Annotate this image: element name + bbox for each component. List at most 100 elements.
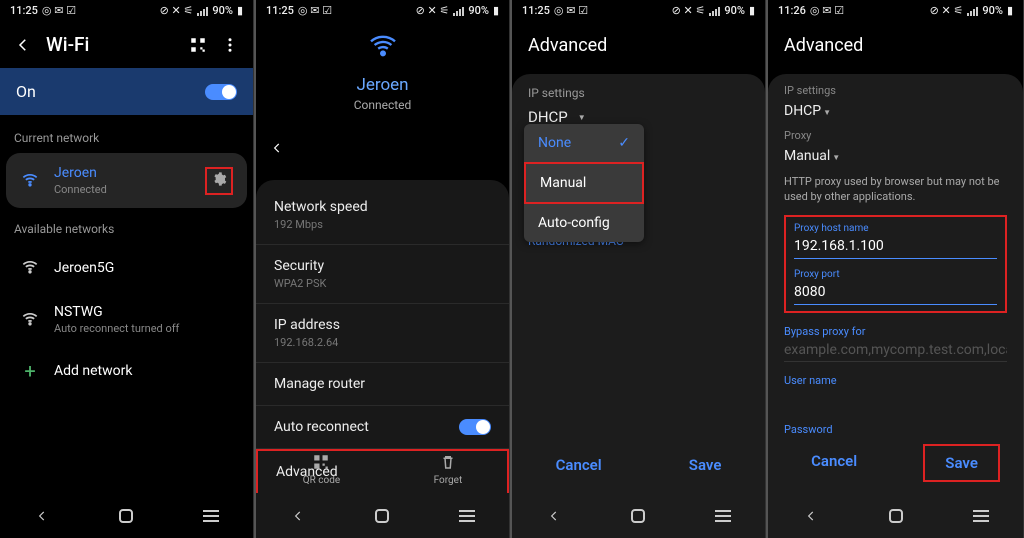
- status-battery: 90%: [468, 4, 489, 17]
- proxy-dropdown: None Manual Auto-config: [524, 124, 644, 242]
- network-name: NSTWG: [54, 304, 233, 320]
- proxy-port-input[interactable]: 8080: [794, 284, 997, 305]
- wifi-icon: [20, 169, 40, 193]
- proxy-host-label: Proxy host name: [794, 223, 997, 234]
- ip-settings-value[interactable]: DHCP: [784, 103, 1007, 119]
- proxy-note: HTTP proxy used by browser but may not b…: [784, 174, 1007, 205]
- signal-icon: [967, 6, 978, 16]
- gear-icon[interactable]: [211, 171, 227, 191]
- nav-bar: [768, 494, 1023, 538]
- nav-recent[interactable]: [447, 506, 487, 526]
- nav-home[interactable]: [618, 506, 658, 526]
- network-settings-highlight: [205, 167, 233, 195]
- panel-wifi-list: 11:25 ◎ ✉ ☑ ⊘ ✕ ⚟ 90% ▮ Wi-Fi On Current…: [0, 0, 254, 538]
- network-name: Jeroen: [356, 75, 408, 95]
- nav-recent[interactable]: [703, 506, 743, 526]
- current-network-item[interactable]: Jeroen Connected: [6, 153, 247, 208]
- row-security[interactable]: SecurityWPA2 PSK: [256, 245, 509, 304]
- page-title: Wi-Fi: [46, 33, 175, 56]
- status-icons-left: ◎ ✉ ☑: [42, 4, 76, 17]
- nav-back[interactable]: [22, 506, 62, 526]
- app-header: Wi-Fi: [0, 21, 253, 66]
- proxy-label: Proxy: [784, 129, 1007, 142]
- proxy-host-port-highlight: Proxy host name 192.168.1.100 Proxy port…: [784, 215, 1007, 313]
- bypass-input[interactable]: example.com,mycomp.test.com,localhost: [784, 342, 1007, 362]
- wifi-icon: [368, 33, 398, 61]
- row-manage-router[interactable]: Manage router: [256, 363, 509, 406]
- back-icon[interactable]: [14, 36, 32, 54]
- network-name: Jeroen5G: [54, 260, 233, 276]
- more-icon[interactable]: [221, 36, 239, 54]
- qr-code-button[interactable]: QR code: [303, 453, 340, 486]
- plus-icon: +: [20, 359, 40, 383]
- page-title: Advanced: [512, 21, 765, 70]
- cancel-button[interactable]: Cancel: [791, 444, 877, 482]
- wifi-toggle-label: On: [16, 82, 36, 101]
- action-bar: Cancel Save: [512, 440, 765, 490]
- network-status: Connected: [354, 98, 412, 112]
- proxy-port-label: Proxy port: [794, 269, 997, 280]
- network-sub: Auto reconnect turned off: [54, 322, 233, 335]
- status-battery: 90%: [212, 4, 233, 17]
- nav-bar: [512, 494, 765, 538]
- ip-settings-label: IP settings: [528, 86, 749, 100]
- status-time: 11:25: [10, 4, 38, 17]
- signal-icon: [197, 6, 208, 16]
- dropdown-item-none[interactable]: None: [524, 124, 644, 162]
- signal-icon: [709, 6, 720, 16]
- proxy-value[interactable]: Manual: [784, 148, 1007, 164]
- username-label[interactable]: User name: [784, 374, 1007, 387]
- status-bar: 11:26◎ ✉ ☑ ⊘ ✕ ⚟90%▮: [768, 0, 1023, 21]
- wifi-switch[interactable]: [205, 84, 237, 100]
- add-network-label: Add network: [54, 363, 233, 379]
- qr-icon[interactable]: [189, 36, 207, 54]
- battery-icon: ▮: [237, 4, 243, 17]
- forget-button[interactable]: Forget: [434, 453, 463, 486]
- status-bar: 11:25 ◎ ✉ ☑ ⊘ ✕ ⚟ 90% ▮: [0, 0, 253, 21]
- back-icon[interactable]: [256, 130, 509, 166]
- signal-icon: [453, 6, 464, 16]
- dropdown-item-auto[interactable]: Auto-config: [524, 204, 644, 242]
- available-network-item[interactable]: NSTWG Auto reconnect turned off: [6, 292, 247, 347]
- nav-bar: [256, 494, 509, 538]
- wifi-icon: [20, 308, 40, 332]
- ip-settings-label: IP settings: [784, 84, 1007, 97]
- status-battery: 90%: [982, 4, 1003, 17]
- save-button[interactable]: Save: [669, 448, 742, 482]
- nav-back[interactable]: [534, 506, 574, 526]
- nav-home[interactable]: [362, 506, 402, 526]
- add-network-item[interactable]: + Add network: [6, 347, 247, 395]
- panel-advanced-proxy-dropdown: 11:25◎ ✉ ☑ ⊘ ✕ ⚟90%▮ Advanced IP setting…: [512, 0, 766, 538]
- nav-recent[interactable]: [961, 506, 1001, 526]
- auto-reconnect-switch[interactable]: [459, 419, 491, 435]
- status-bar: 11:25◎ ✉ ☑ ⊘ ✕ ⚟90%▮: [256, 0, 509, 21]
- available-networks-label: Available networks: [0, 208, 253, 244]
- panel-advanced-manual-proxy: 11:26◎ ✉ ☑ ⊘ ✕ ⚟90%▮ Advanced IP setting…: [768, 0, 1024, 538]
- wifi-toggle-row[interactable]: On: [0, 68, 253, 115]
- available-network-item[interactable]: Jeroen5G: [6, 244, 247, 292]
- password-label[interactable]: Password: [784, 423, 1007, 436]
- status-battery: 90%: [724, 4, 745, 17]
- nav-back[interactable]: [791, 506, 831, 526]
- nav-recent[interactable]: [191, 506, 231, 526]
- status-time: 11:25: [522, 4, 550, 17]
- dropdown-item-manual[interactable]: Manual: [524, 162, 644, 204]
- row-ip-address[interactable]: IP address192.168.2.64: [256, 304, 509, 363]
- row-network-speed[interactable]: Network speed192 Mbps: [256, 186, 509, 245]
- bottom-actions: QR code Forget: [256, 443, 509, 492]
- network-hero: Jeroen Connected: [256, 21, 509, 130]
- nav-home[interactable]: [106, 506, 146, 526]
- current-network-label: Current network: [0, 117, 253, 153]
- nav-back[interactable]: [278, 506, 318, 526]
- page-title: Advanced: [768, 21, 1023, 70]
- status-icons-right: ⊘ ✕ ⚟: [160, 4, 194, 17]
- proxy-host-input[interactable]: 192.168.1.100: [794, 238, 997, 259]
- save-button[interactable]: Save: [923, 444, 1000, 482]
- status-time: 11:25: [266, 4, 294, 17]
- cancel-button[interactable]: Cancel: [536, 448, 622, 482]
- panel-network-details: 11:25◎ ✉ ☑ ⊘ ✕ ⚟90%▮ Jeroen Connected Ne…: [256, 0, 510, 538]
- nav-home[interactable]: [876, 506, 916, 526]
- status-time: 11:26: [778, 4, 806, 17]
- wifi-icon: [20, 256, 40, 280]
- network-name: Jeroen: [54, 165, 191, 181]
